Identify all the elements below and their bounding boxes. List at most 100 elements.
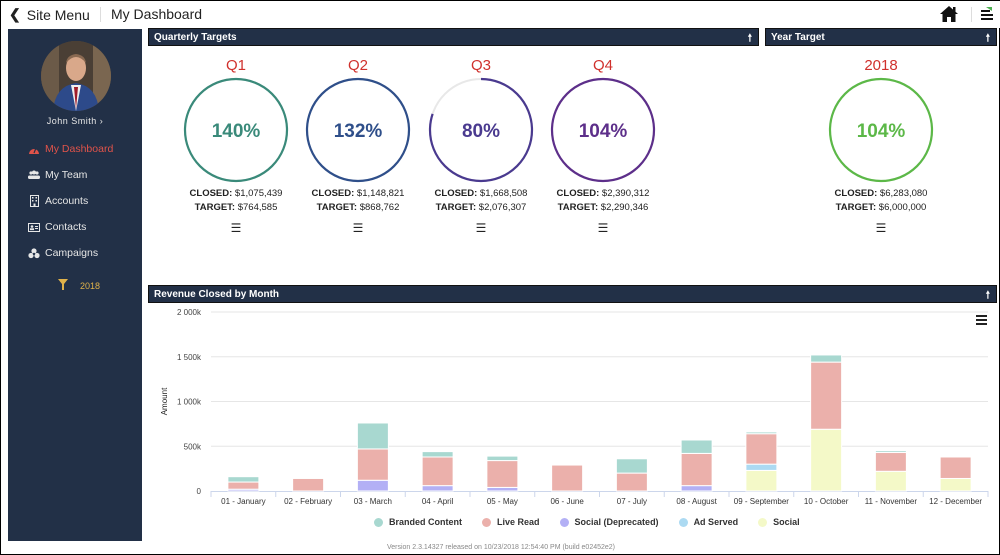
sidebar-item-campaigns[interactable]: Campaigns [28,240,113,266]
closed-line: CLOSED: $6,283,080 [826,187,936,201]
bar-segment-live-read [421,456,454,487]
legend-dot-icon [482,517,491,527]
x-tick-label: 01 - January [221,497,265,506]
year-filter[interactable]: 2018 [58,279,100,292]
progress-ring: 132% [305,77,411,183]
panel-title: Revenue Closed by Month [154,289,280,300]
gauge-percent: 104% [857,121,906,142]
gauge-label: Q1 [225,57,246,74]
bar-segment-social-deprecated [421,485,454,492]
legend-label: Branded Content [389,517,462,527]
closed-label: CLOSED: [834,188,878,199]
target-line: TARGET: $6,000,000 [826,201,936,215]
list-icon[interactable]: ☰ [548,221,658,235]
x-tick-label: 10 - October [804,497,849,506]
quarter-gauge-q3: Q3 80% CLOSED: $1,668,508 TARGET: $2,076… [426,57,536,235]
legend-item[interactable]: Social (Deprecated) [559,517,659,527]
closed-label: CLOSED: [189,188,233,199]
gauge-label: Q4 [592,57,613,74]
chevron-right-icon: › [99,116,104,126]
closed-line: CLOSED: $2,390,312 [548,187,658,201]
gauge-label: Q3 [470,57,491,74]
gauge-percent: 80% [462,121,500,142]
collapse-arrow-icon[interactable]: 🠕 [748,31,752,48]
site-menu-back-button[interactable]: ❮ Site Menu [9,6,90,23]
sidebar-item-contacts[interactable]: Contacts [28,214,113,240]
bar-segment-live-read [680,452,713,487]
sidebar-nav: My Dashboard My Team Accounts Contacts C… [28,136,113,266]
sidebar-item-my-team[interactable]: My Team [28,162,113,188]
sidebar-item-accounts[interactable]: Accounts [28,188,113,214]
list-icon[interactable]: ☰ [826,221,936,235]
bar-segment-social [939,477,972,492]
filter-icon [58,279,68,292]
legend-item[interactable]: Ad Served [678,517,739,527]
target-label: TARGET: [316,202,358,213]
bar-segment-ad-served [745,463,778,471]
list-icon[interactable]: ☰ [181,221,291,235]
bar-segment-social-deprecated [486,486,519,492]
quarter-gauge-q1: Q1 140% CLOSED: $1,075,439 TARGET: $764,… [181,57,291,235]
legend-dot-icon [758,517,768,527]
target-value: $2,076,307 [478,202,527,213]
year-gauge: 2018 104% CLOSED: $6,283,080 TARGET: $6,… [826,57,936,235]
bar-segment-branded-content [486,455,519,462]
bar-segment-live-read [486,460,519,488]
closed-value: $1,075,439 [234,188,283,199]
bar-segment-social [745,469,778,492]
bar-segment-live-read [939,456,972,479]
progress-ring: 104% [828,77,934,183]
chart-menu-icon-bar [976,315,987,317]
user-name-link[interactable]: John Smith › [8,116,142,126]
legend-item[interactable]: Social [758,517,800,527]
sidebar-item-my-dashboard[interactable]: My Dashboard [28,136,113,162]
x-tick-label: 04 - April [422,497,454,506]
gauge-percent: 132% [334,121,383,142]
quarterly-targets-header: Quarterly Targets 🠕 [148,28,759,46]
target-value: $764,585 [237,202,278,213]
revenue-chart: 0 500k 1 000k 1 500k 2 000k Amount 01 - Januar… [160,308,989,506]
divider [100,7,101,22]
target-label: TARGET: [557,202,599,213]
sidebar-item-label: Campaigns [45,247,99,259]
bar-segment-branded-content [874,450,907,454]
page-title: My Dashboard [111,6,203,22]
bar-segment-branded-content [680,439,713,454]
target-value: $868,762 [359,202,400,213]
sidebar-item-label: My Team [45,169,88,181]
closed-line: CLOSED: $1,148,821 [303,187,413,201]
list-icon[interactable]: ☰ [303,221,413,235]
legend-label: Ad Served [693,517,739,527]
list-icon[interactable]: ☰ [426,221,536,235]
filter-year-label: 2018 [80,280,101,291]
quarter-gauge-q4: Q4 104% CLOSED: $2,390,312 TARGET: $2,29… [548,57,658,235]
gauge-label: 2018 [864,57,898,74]
closed-line: CLOSED: $1,668,508 [426,187,536,201]
legend-dot-icon [559,517,569,527]
legend-label: Social (Deprecated) [574,517,659,527]
dashboard-icon [28,143,40,155]
panel-title: Year Target [771,32,825,43]
home-icon[interactable] [939,5,959,23]
x-tick-label: 11 - November [865,497,918,506]
avatar[interactable] [41,41,111,111]
team-icon [28,169,40,181]
gauge-label: Q2 [347,57,368,74]
bar-segment-social [874,470,907,492]
chart-menu-icon-bar [976,319,987,321]
target-value: $2,290,346 [600,202,649,213]
panel-title: Quarterly Targets [154,32,237,43]
user-name: John Smith [46,116,97,126]
sidebar: John Smith › My Dashboard My Team Accoun… [8,29,142,541]
gauge-percent: 140% [212,121,261,142]
legend-dot-icon [678,517,688,527]
legend-item[interactable]: Branded Content [374,517,462,527]
collapse-arrow-icon[interactable]: 🠕 [986,31,990,48]
menu-icon[interactable] [981,6,993,20]
target-label: TARGET: [435,202,477,213]
bar-segment-live-read [615,472,648,492]
x-tick-label: 03 - March [354,497,392,506]
closed-label: CLOSED: [434,188,478,199]
legend-item[interactable]: Live Read [482,517,540,527]
target-line: TARGET: $2,290,346 [548,201,658,215]
